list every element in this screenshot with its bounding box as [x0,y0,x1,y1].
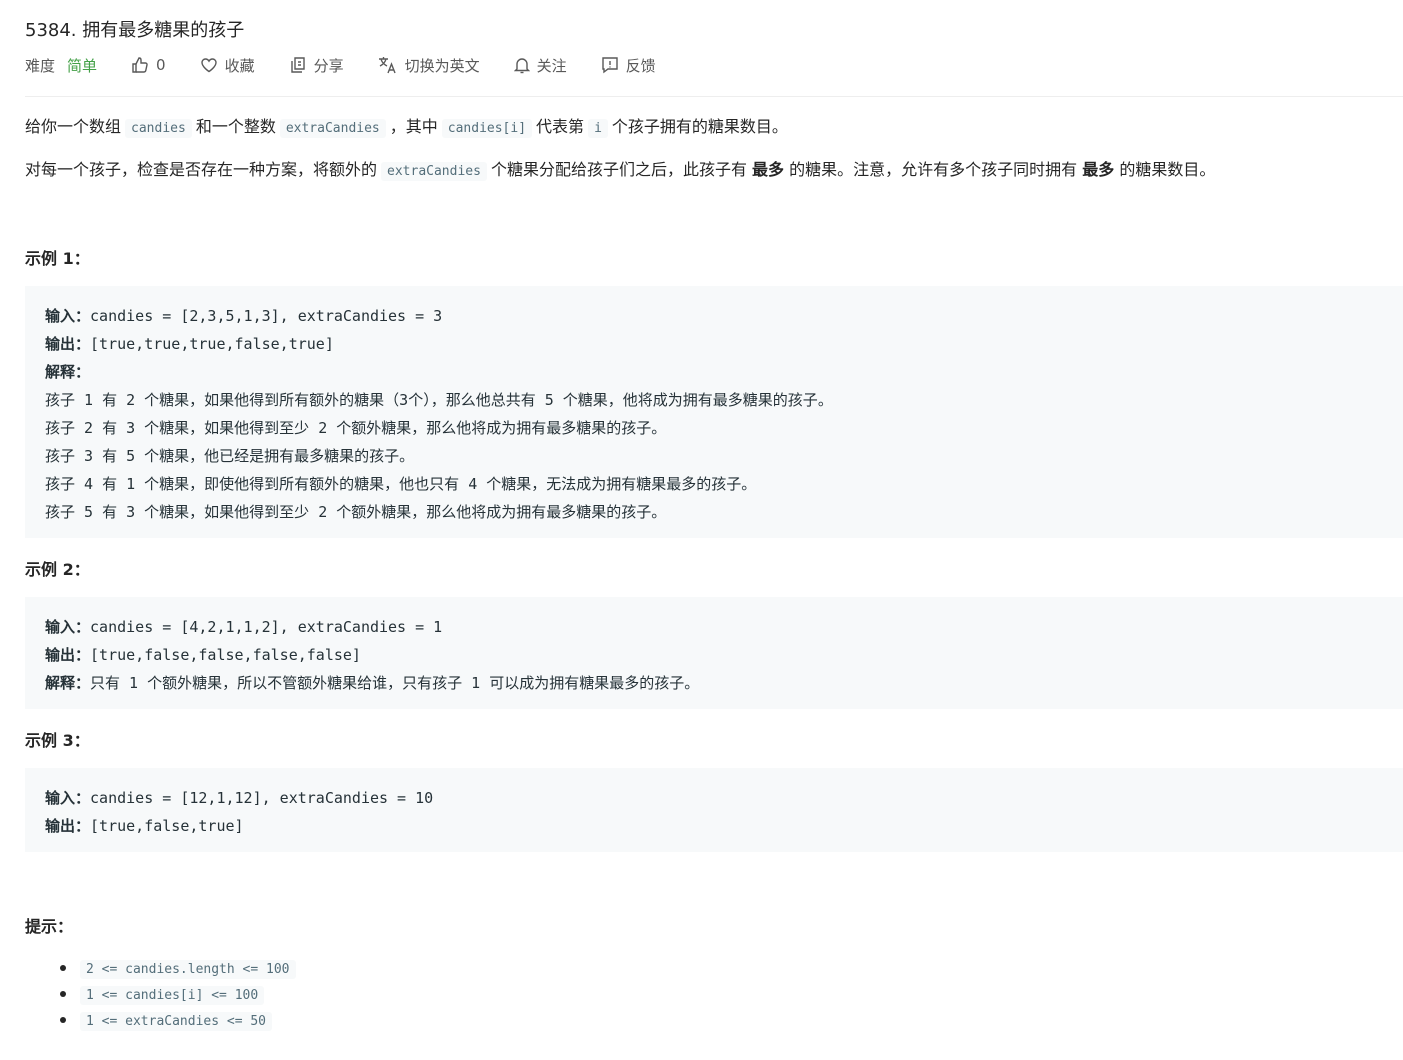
difficulty-badge: 简单 [67,56,98,75]
bullet-icon [60,1017,66,1023]
description-text: 对每一个孩子，检查是否存在一种方案，将额外的 [25,160,378,179]
explain-line: 孩子 5 有 3 个糖果，如果他得到至少 2 个额外糖果，那么他将成为拥有最多糖… [45,503,667,521]
thumbs-up-icon [132,57,148,73]
share-icon [290,57,305,73]
description-text: 的糖果数目。 [1119,160,1216,179]
hint-code: 2 <= candies.length <= 100 [80,960,296,979]
example-explain: 只有 1 个额外糖果，所以不管额外糖果给谁，只有孩子 1 可以成为拥有糖果最多的… [90,674,700,692]
description-text: 和一个整数 [195,117,276,136]
hints-heading: 提示： [25,917,74,936]
like-count: 0 [156,56,166,74]
description-paragraph-1: 给你一个数组 candies 和一个整数 extraCandies ，其中 candies… [25,114,788,142]
hints-list: 2 <= candies.length <= 100 1 <= candies[… [25,955,296,1033]
output-label: 输出： [45,646,91,664]
inline-code: extraCandies [381,162,487,181]
output-label: 输出： [45,817,91,835]
example-output: [true,true,true,false,true] [90,335,334,353]
explain-label: 解释： [45,674,91,692]
favorite-label: 收藏 [224,56,255,75]
inline-code: candies [125,119,192,138]
bullet-icon [60,991,66,997]
problem-title: 5384. 拥有最多糖果的孩子 [25,20,245,41]
hint-code: 1 <= candies[i] <= 100 [80,986,265,1005]
output-label: 输出： [45,335,91,353]
inline-code: extraCandies [279,119,386,138]
hint-code: 1 <= extraCandies <= 50 [80,1012,273,1031]
switch-language-label: 切换为英文 [404,56,480,75]
share-label: 分享 [313,56,344,75]
example-3-block: 输入：candies = [12,1,12], extraCandies = 1… [25,768,1403,852]
bullet-icon [60,965,66,971]
problem-toolbar: 难度 简单 0 收藏 分享 切换为英文 关注 反馈 [25,54,690,76]
explain-line: 孩子 3 有 5 个糖果，他已经是拥有最多糖果的孩子。 [45,447,415,465]
input-label: 输入： [45,789,91,807]
explain-line: 孩子 4 有 1 个糖果，即使他得到所有额外的糖果，他也只有 4 个糖果，无法成… [45,475,757,493]
heart-icon [200,58,217,73]
emphasis-text: 最多 [1082,160,1115,179]
switch-language-button[interactable]: 切换为英文 [378,55,480,76]
example-input: candies = [12,1,12], extraCandies = 10 [90,789,434,807]
emphasis-text: 最多 [752,160,785,179]
favorite-button[interactable]: 收藏 [200,55,255,76]
hint-item: 1 <= extraCandies <= 50 [25,1007,296,1033]
example-3-heading: 示例 3： [25,731,90,750]
explain-label: 解释： [45,363,91,381]
difficulty-label: 难度 [25,56,56,75]
header-divider [25,96,1403,97]
bell-icon [513,58,530,74]
description-paragraph-2: 对每一个孩子，检查是否存在一种方案，将额外的 extraCandies 个糖果分配给… [25,157,1215,185]
input-label: 输入： [45,618,91,636]
example-input: candies = [2,3,5,1,3], extraCandies = 3 [90,307,443,325]
hint-item: 2 <= candies.length <= 100 [25,955,296,981]
share-button[interactable]: 分享 [289,55,344,76]
example-1-heading: 示例 1： [25,249,90,268]
description-text: ，其中 [389,117,438,136]
inline-code: candies[i] [441,119,533,138]
description-text: 个孩子拥有的糖果数目。 [611,117,788,136]
description-text: 给你一个数组 [25,117,122,136]
example-2-block: 输入：candies = [4,2,1,1,2], extraCandies =… [25,597,1403,709]
example-output: [true,false,false,false,false] [90,646,361,664]
description-text: 个糖果分配给孩子们之后，此孩子有 [490,160,747,179]
follow-button[interactable]: 关注 [513,55,567,76]
hint-item: 1 <= candies[i] <= 100 [25,981,296,1007]
explain-line: 孩子 1 有 2 个糖果，如果他得到所有额外的糖果（3个），那么他总共有 5 个… [45,391,833,409]
explain-line: 孩子 2 有 3 个糖果，如果他得到至少 2 个额外糖果，那么他将成为拥有最多糖… [45,419,667,437]
like-button[interactable]: 0 [131,56,166,74]
example-1-block: 输入：candies = [2,3,5,1,3], extraCandies =… [25,286,1403,538]
example-input: candies = [4,2,1,1,2], extraCandies = 1 [90,618,443,636]
feedback-label: 反馈 [625,56,656,75]
example-output: [true,false,true] [90,817,244,835]
feedback-icon [601,57,618,74]
translate-icon [378,57,396,74]
inline-code: i [588,119,608,138]
follow-label: 关注 [536,56,567,75]
input-label: 输入： [45,307,91,325]
example-2-heading: 示例 2： [25,560,90,579]
feedback-button[interactable]: 反馈 [601,55,656,76]
description-text: 的糖果。注意，允许有多个孩子同时拥有 [789,160,1078,179]
description-text: 代表第 [536,117,585,136]
